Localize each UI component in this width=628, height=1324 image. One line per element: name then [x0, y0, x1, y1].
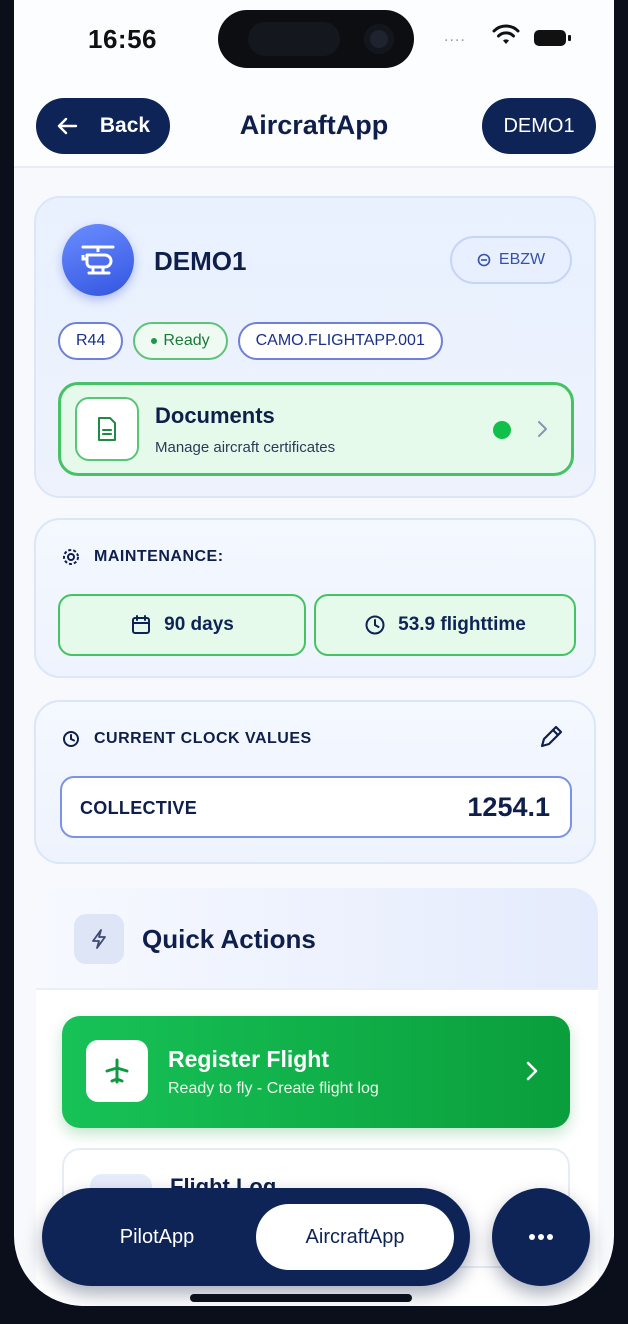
- camo-chip: CAMO.FLIGHTAPP.001: [237, 322, 443, 360]
- aircraft-name: DEMO1: [154, 246, 247, 276]
- more-button[interactable]: [492, 1188, 590, 1286]
- calendar-icon: [132, 615, 151, 634]
- phone-frame: 16:56 .... Back AircraftApp DEMO1 DEMO1 …: [0, 0, 628, 1324]
- lightning-icon: [74, 914, 124, 964]
- register-flight-title: Register Flight: [168, 1046, 330, 1072]
- quick-actions-title: Quick Actions: [142, 924, 316, 954]
- document-icon: [75, 397, 139, 461]
- ellipsis-icon: [529, 1234, 553, 1240]
- quick-actions-header: Quick Actions: [36, 888, 598, 990]
- register-flight-button[interactable]: Register Flight Ready to fly - Create fl…: [62, 1016, 570, 1128]
- maintenance-header: MAINTENANCE:: [62, 548, 224, 566]
- documents-status-dot: [493, 421, 511, 439]
- documents-subtitle: Manage aircraft certificates: [155, 439, 336, 456]
- aircraft-card: DEMO1 EBZW R44 Ready CAMO.FLIGHTAPP.001: [34, 196, 596, 498]
- maintenance-label: MAINTENANCE:: [94, 548, 224, 565]
- home-indicator[interactable]: [190, 1294, 412, 1302]
- chevron-right-icon: [538, 421, 547, 437]
- collective-label: COLLECTIVE: [80, 798, 198, 818]
- bottom-nav: PilotApp AircraftApp: [42, 1188, 470, 1286]
- target-icon: [477, 253, 491, 267]
- clock-label: CURRENT CLOCK VALUES: [94, 730, 312, 747]
- dynamic-island: [218, 10, 414, 68]
- clock-icon: [63, 731, 79, 747]
- island-sensor: [248, 22, 340, 56]
- clock-values-card: CURRENT CLOCK VALUES COLLECTIVE 1254.1: [34, 700, 596, 864]
- aircraft-chips: R44 Ready CAMO.FLIGHTAPP.001: [58, 322, 443, 360]
- helicopter-icon: [62, 224, 134, 296]
- registration-text: EBZW: [498, 251, 546, 268]
- days-value: 90 days: [164, 614, 234, 635]
- airplane-icon: [86, 1040, 148, 1102]
- gear-icon: [63, 549, 79, 565]
- documents-title: Documents: [155, 403, 275, 428]
- tab-pilotapp[interactable]: PilotApp: [62, 1204, 252, 1270]
- documents-button[interactable]: Documents Manage aircraft certificates: [58, 382, 574, 476]
- status-time: 16:56: [88, 24, 157, 54]
- wifi-icon: [492, 24, 520, 44]
- model-chip: R44: [58, 322, 124, 360]
- signal-icon: ....: [444, 28, 466, 45]
- ready-label: Ready: [163, 332, 210, 349]
- tab-aircraftapp[interactable]: AircraftApp: [256, 1204, 454, 1270]
- camera-lens: [364, 24, 394, 54]
- battery-icon: [534, 30, 571, 46]
- register-flight-subtitle: Ready to fly - Create flight log: [168, 1080, 379, 1097]
- ready-status-chip: Ready: [133, 322, 228, 360]
- registration-badge[interactable]: EBZW: [450, 236, 572, 284]
- maintenance-flighttime[interactable]: 53.9 flighttime: [314, 594, 576, 656]
- clock-icon: [365, 615, 385, 635]
- screen: 16:56 .... Back AircraftApp DEMO1 DEMO1 …: [14, 0, 614, 1306]
- maintenance-days[interactable]: 90 days: [58, 594, 306, 656]
- status-dot-icon: [151, 338, 158, 344]
- flighttime-value: 53.9 flighttime: [398, 614, 526, 635]
- app-header: Back AircraftApp DEMO1: [14, 82, 614, 168]
- aircraft-selector-button[interactable]: DEMO1: [482, 98, 596, 154]
- chevron-right-icon: [526, 1061, 538, 1081]
- collective-value: 1254.1: [467, 792, 550, 822]
- maintenance-card: MAINTENANCE: 90 days 53.9 flighttime: [34, 518, 596, 678]
- collective-row[interactable]: COLLECTIVE 1254.1: [60, 776, 572, 838]
- pencil-icon[interactable]: [536, 722, 566, 752]
- clock-header: CURRENT CLOCK VALUES: [62, 730, 312, 748]
- status-bar: 16:56 ....: [14, 0, 614, 82]
